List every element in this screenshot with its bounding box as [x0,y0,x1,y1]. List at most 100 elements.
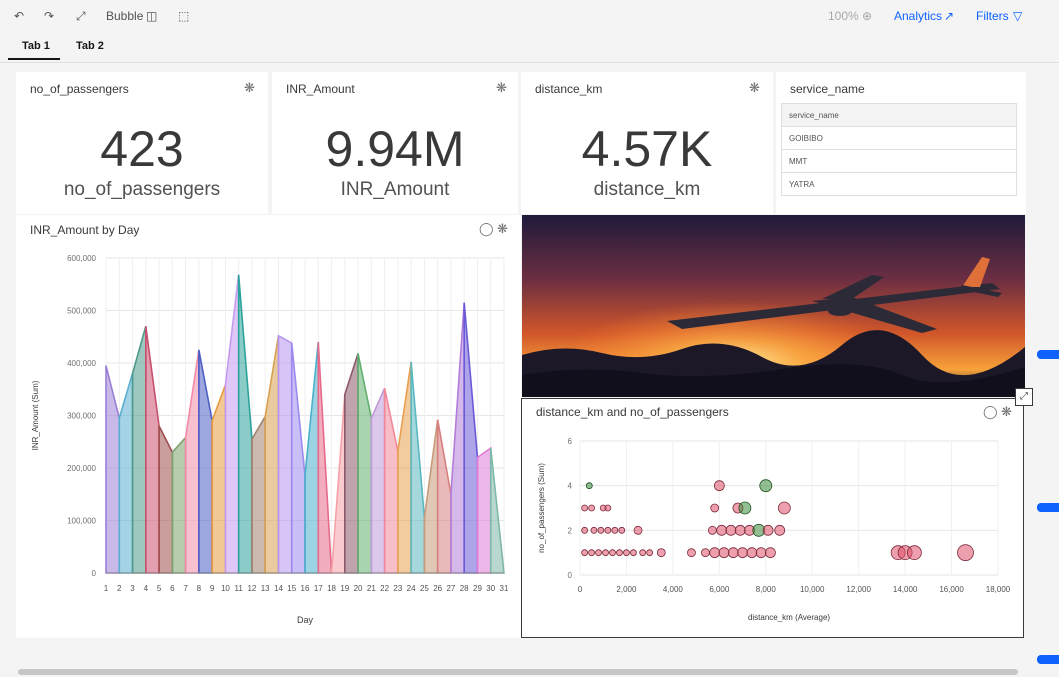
bubble-point [687,548,696,558]
area-segment [224,274,240,574]
y-tick-label: 2 [568,526,573,535]
y-tick-label: 4 [568,482,573,491]
kpi-amount-panel[interactable]: INR_Amount ❋ 9.94M INR_Amount [272,72,518,214]
redo-icon[interactable]: ↷ [44,9,54,23]
scrollbar-thumb[interactable] [18,669,1018,675]
bubble-point [762,524,774,536]
x-tick-label: 19 [340,584,349,593]
area-segment [237,274,253,574]
area-segment [105,365,121,574]
filters-button[interactable]: Filters [976,9,1009,23]
bubble-point [774,524,786,536]
side-panel-handle[interactable] [1037,655,1059,664]
area-segment [277,334,293,574]
bubble-point [590,526,598,534]
bubble-point [755,547,767,559]
kpi-passengers-panel[interactable]: no_of_passengers ❋ 423 no_of_passengers [16,72,268,214]
area-segment [211,384,227,574]
x-tick-label: 14 [274,584,283,593]
x-tick-label: 16 [301,584,310,593]
expand-icon[interactable]: ⤢ [76,9,86,24]
active-tab-indicator [8,58,60,60]
x-tick-label: 2,000 [616,585,637,594]
x-tick-label: 18 [327,584,336,593]
area-segment [330,394,346,574]
service-list-title: service_name [790,82,865,96]
kpi-value: 4.57K [581,121,713,177]
x-tick-label: 30 [486,584,495,593]
x-tick-label: 22 [380,584,389,593]
x-tick-label: 6 [170,584,175,593]
service-row[interactable]: GOIBIBO [781,126,1017,150]
y-tick-label: 200,000 [67,464,96,473]
gear-icon[interactable]: ❋ [749,80,760,96]
area-segment [304,341,320,574]
x-tick-label: 11 [235,584,244,593]
y-tick-label: 0 [568,571,573,580]
zoom-level: 100% [828,9,859,23]
x-tick-label: 29 [473,584,482,593]
bubble-chart: 0 2 4 6 0 2,000 4,000 6,000 8,000 10,000 12,000 14,… [537,437,1011,622]
kpi-title: no_of_passengers [30,82,129,96]
area-segment [184,349,200,574]
x-tick-label: 26 [433,584,442,593]
y-tick-label: 600,000 [67,254,96,263]
kpi-label: INR_Amount [340,179,450,200]
analytics-button[interactable]: Analytics [894,9,942,23]
kpi-distance-panel[interactable]: distance_km ❋ 4.57K distance_km [521,72,773,214]
gear-icon[interactable]: ❋ [244,80,255,96]
area-segment [290,342,306,574]
bubble-chart-panel[interactable]: distance_km and no_of_passengers ◯ ❋ 024… [521,398,1024,638]
area-segment [476,446,492,574]
undo-icon[interactable]: ↶ [14,9,24,23]
x-tick-label: 6,000 [709,585,730,594]
x-axis-label: distance_km (Average) [748,613,830,622]
analytics-icon[interactable]: ↗ [944,9,954,23]
bubble-point [639,549,647,557]
bubble-point [602,549,609,557]
area-segment [317,341,333,574]
y-axis-label: no_of_passengers (Sum) [537,463,546,553]
horizontal-scrollbar[interactable] [0,667,1059,677]
side-panel-handle[interactable] [1037,503,1059,512]
maximize-icon[interactable]: ⤢ [1015,388,1033,406]
filter-icon[interactable]: ▽ [1013,9,1022,23]
kpi-label: distance_km [593,179,701,200]
chart-type-icon[interactable]: ◫ [146,9,157,23]
bubble-point [713,480,725,492]
x-tick-label: 25 [420,584,429,593]
zoom-icon[interactable]: ⊕ [862,9,872,23]
area-segment [198,349,213,574]
service-row[interactable]: YATRA [781,172,1017,196]
select-region-icon[interactable]: ⬚ [178,9,189,23]
bubble-point [588,504,596,512]
x-tick-label: 4 [144,584,149,593]
bubble-point [710,503,720,513]
tab-2[interactable]: Tab 2 [76,40,104,52]
area-segment [436,419,452,574]
bubble-point [707,525,717,535]
x-tick-label: 8 [197,584,202,593]
x-tick-label: 10,000 [800,585,825,594]
side-panel-handle[interactable] [1037,350,1059,359]
viz-type-label[interactable]: Bubble [106,9,143,23]
gear-icon[interactable]: ❋ [496,80,507,96]
x-tick-label: 17 [314,584,323,593]
image-panel[interactable] [522,215,1025,397]
tab-bar: Tab 1 Tab 2 [0,34,1059,63]
area-chart: 0 100,000 200,000 300,000 400,000 500,000 600,… [31,254,509,625]
area-segment [423,419,439,574]
bubble-point [633,525,643,535]
bubble-point [588,549,596,557]
bubble-point [609,549,616,557]
service-row[interactable]: MMT [781,149,1017,173]
tab-1[interactable]: Tab 1 [22,40,50,52]
bubble-point [737,547,748,559]
y-tick-label: 400,000 [67,359,96,368]
bubble-point [738,501,752,515]
x-tick-label: 28 [460,584,469,593]
x-tick-label: 18,000 [986,585,1011,594]
area-segment [118,373,134,574]
area-chart-panel[interactable]: INR_Amount by Day ◯ ❋ 0 100,000 200,000 300… [16,215,521,638]
area-segment [171,435,187,574]
